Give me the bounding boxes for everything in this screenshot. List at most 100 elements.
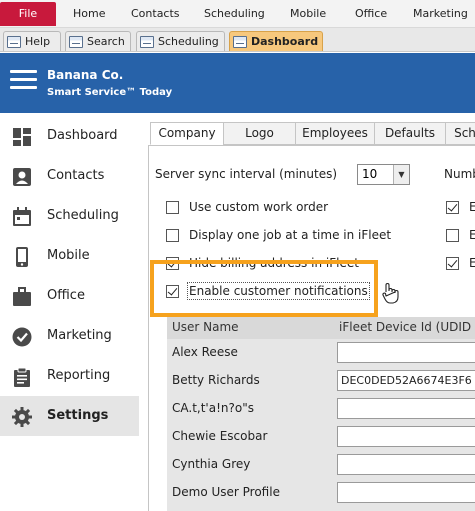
right-checkbox-3[interactable] xyxy=(446,256,459,270)
sidebar-item-contacts[interactable]: Contacts xyxy=(0,156,139,196)
callout-highlight-box xyxy=(150,260,378,317)
sidebar-item-label: Reporting xyxy=(47,368,111,383)
right-option-2[interactable]: E xyxy=(446,226,475,244)
window-icon xyxy=(69,35,83,48)
sidebar-nav: Dashboard Contacts Scheduling Mobile Off… xyxy=(0,113,139,511)
chevron-down-icon[interactable]: ▼ xyxy=(393,165,409,184)
doc-tab-search[interactable]: Search xyxy=(65,31,131,51)
user-name-cell: CA.t,t'a!n?o"s xyxy=(172,401,254,415)
doc-tab-label: Scheduling xyxy=(158,35,219,48)
display-one-job-option[interactable]: Display one job at a time in iFleet xyxy=(166,226,391,244)
use-custom-work-order-option[interactable]: Use custom work order xyxy=(166,198,328,216)
device-id-input[interactable] xyxy=(337,454,475,475)
document-tab-bar: Help Search Scheduling Dashboard xyxy=(0,28,475,52)
users-table: User Name iFleet Device Id (UDID Alex Re… xyxy=(167,317,475,511)
doc-tab-label: Help xyxy=(25,35,51,48)
gear-icon xyxy=(12,407,32,427)
app-header: Banana Co. Smart Service™ Today xyxy=(0,53,475,113)
sync-interval-select[interactable]: 10 ▼ xyxy=(357,164,410,185)
ribbon-contacts[interactable]: Contacts xyxy=(131,7,180,20)
sidebar-item-label: Scheduling xyxy=(47,208,119,223)
sidebar-item-office[interactable]: Office xyxy=(0,276,139,316)
right-option-3[interactable]: E xyxy=(446,254,475,272)
user-name-cell: Chewie Escobar xyxy=(172,429,268,443)
table-row: Betty Richards DEC0DED52A6674E3F6 xyxy=(167,367,475,395)
ribbon-mobile[interactable]: Mobile xyxy=(290,7,326,20)
sidebar-item-label: Marketing xyxy=(47,328,112,343)
contact-card-icon xyxy=(13,168,31,186)
number-label: Numb xyxy=(444,167,475,181)
column-header-user-name[interactable]: User Name xyxy=(172,320,239,334)
doc-tab-label: Dashboard xyxy=(251,35,319,48)
device-id-input[interactable] xyxy=(337,398,475,419)
right-checkbox-2[interactable] xyxy=(446,228,459,242)
calendar-icon xyxy=(13,207,31,226)
table-row: Alex Reese xyxy=(167,339,475,367)
checkbox-label: E xyxy=(469,256,475,270)
sidebar-item-scheduling[interactable]: Scheduling xyxy=(0,196,139,236)
briefcase-icon xyxy=(13,287,31,306)
table-header: User Name iFleet Device Id (UDID xyxy=(167,317,475,339)
tab-company[interactable]: Company xyxy=(150,122,224,145)
file-menu-button[interactable]: File xyxy=(0,2,56,26)
sidebar-item-marketing[interactable]: Marketing xyxy=(0,316,139,356)
sync-interval-label: Server sync interval (minutes) xyxy=(155,167,338,181)
table-row: Demo User Profile xyxy=(167,479,475,507)
user-name-cell: Alex Reese xyxy=(172,345,238,359)
mobile-phone-icon xyxy=(16,247,28,267)
display-one-job-checkbox[interactable] xyxy=(166,228,179,242)
checkbox-label: E xyxy=(469,228,475,242)
user-name-cell: Cynthia Grey xyxy=(172,457,251,471)
product-name: Smart Service™ Today xyxy=(47,87,173,98)
tab-logo[interactable]: Logo xyxy=(223,122,296,145)
tab-scheduling[interactable]: Sch xyxy=(445,122,475,145)
right-option-1[interactable]: E xyxy=(446,198,475,216)
hamburger-menu-icon[interactable] xyxy=(10,70,37,89)
doc-tab-label: Search xyxy=(87,35,125,48)
checkbox-label: Use custom work order xyxy=(189,200,329,214)
sidebar-item-label: Mobile xyxy=(47,248,90,263)
settings-content: Company Logo Employees Defaults Sch Serv… xyxy=(140,113,475,511)
device-id-input[interactable] xyxy=(337,426,475,447)
dashboard-icon xyxy=(13,128,31,146)
window-icon xyxy=(140,35,154,48)
sync-interval-value: 10 xyxy=(362,167,378,181)
sidebar-item-label: Contacts xyxy=(47,168,105,183)
check-circle-icon xyxy=(12,327,32,347)
sidebar-item-label: Settings xyxy=(47,408,109,423)
sidebar-item-label: Office xyxy=(47,288,85,303)
window-icon xyxy=(7,35,21,48)
doc-tab-dashboard[interactable]: Dashboard xyxy=(229,31,323,51)
ribbon-office[interactable]: Office xyxy=(355,7,387,20)
clipboard-icon xyxy=(14,367,30,387)
ribbon-scheduling[interactable]: Scheduling xyxy=(204,7,265,20)
tab-defaults[interactable]: Defaults xyxy=(374,122,446,145)
use-custom-work-order-checkbox[interactable] xyxy=(166,200,179,214)
hand-cursor-icon xyxy=(382,283,399,304)
table-row: Cynthia Grey xyxy=(167,451,475,479)
ribbon-marketing[interactable]: Marketing xyxy=(413,7,468,20)
device-id-input[interactable]: DEC0DED52A6674E3F6 xyxy=(337,370,475,391)
checkbox-label: E xyxy=(469,200,475,214)
tab-employees[interactable]: Employees xyxy=(295,122,375,145)
table-body: Alex Reese Betty Richards DEC0DED52A6674… xyxy=(167,339,475,511)
sidebar-item-mobile[interactable]: Mobile xyxy=(0,236,139,276)
sidebar-item-reporting[interactable]: Reporting xyxy=(0,356,139,396)
sidebar-item-label: Dashboard xyxy=(47,128,118,143)
table-row: Chewie Escobar xyxy=(167,423,475,451)
ribbon-menu: File Home Contacts Scheduling Mobile Off… xyxy=(0,0,475,28)
user-name-cell: Betty Richards xyxy=(172,373,260,387)
right-checkbox-1[interactable] xyxy=(446,200,459,214)
ribbon-home[interactable]: Home xyxy=(73,7,105,20)
sidebar-item-dashboard[interactable]: Dashboard xyxy=(0,116,139,156)
checkbox-label: Display one job at a time in iFleet xyxy=(189,228,392,242)
table-row: CA.t,t'a!n?o"s xyxy=(167,395,475,423)
column-header-device-id[interactable]: iFleet Device Id (UDID xyxy=(339,320,471,334)
doc-tab-help[interactable]: Help xyxy=(3,31,61,51)
device-id-input[interactable] xyxy=(337,342,475,363)
user-name-cell: Demo User Profile xyxy=(172,485,280,499)
device-id-input[interactable] xyxy=(337,482,475,503)
company-name: Banana Co. xyxy=(47,68,124,82)
doc-tab-scheduling[interactable]: Scheduling xyxy=(136,31,225,51)
sidebar-item-settings[interactable]: Settings xyxy=(0,396,139,436)
